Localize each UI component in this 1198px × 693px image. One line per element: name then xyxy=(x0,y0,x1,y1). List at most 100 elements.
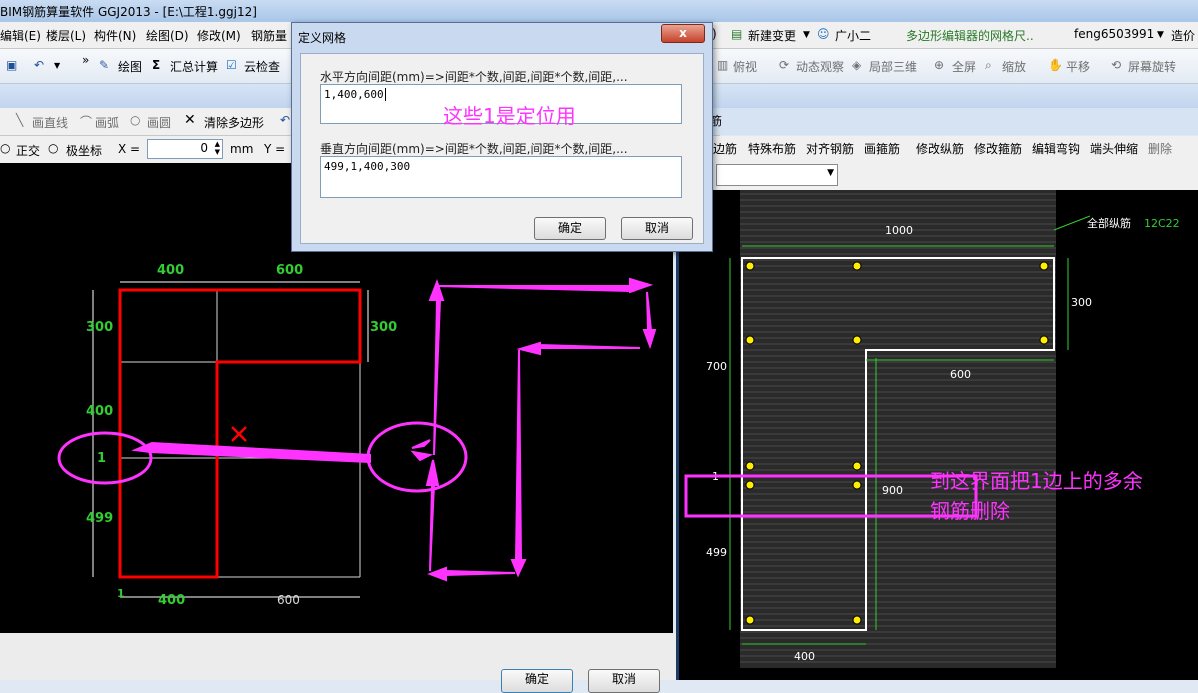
undo-dropdown-icon[interactable]: ▼ xyxy=(54,61,60,70)
dialog-cancel-button[interactable]: 取消 xyxy=(621,217,693,240)
user-name[interactable]: feng6503991 xyxy=(1074,27,1154,41)
undo-icon[interactable]: ↶ xyxy=(34,58,44,72)
dialog-title: 定义网格 xyxy=(298,31,347,45)
rebar-preview-canvas[interactable]: 1000 300 700 600 900 499 400 1 全部纵筋 12C2… xyxy=(676,160,1198,680)
polar-label: 极坐标 xyxy=(66,144,103,158)
bottom-dim-400: 400 xyxy=(158,593,185,608)
left-dim-499: 499 xyxy=(86,511,113,526)
edit-hook-button[interactable]: 编辑弯钩 xyxy=(1032,140,1080,157)
vertical-spacing-input[interactable]: 499,1,400,300 xyxy=(320,156,682,198)
menu-component[interactable]: 构件(N) xyxy=(94,27,136,44)
dim-600: 600 xyxy=(950,368,971,381)
local-3d-button[interactable]: 局部三维 xyxy=(869,58,917,75)
dynamic-view-button[interactable]: 动态观察 xyxy=(796,58,844,75)
x-coordinate-input[interactable]: 0 ▲ ▼ xyxy=(147,139,223,159)
dim-700: 700 xyxy=(706,360,727,373)
menu-modify[interactable]: 修改(M) xyxy=(197,27,241,44)
line-icon: ╲ xyxy=(16,113,24,127)
user-dropdown-icon[interactable]: ▼ xyxy=(1157,30,1164,40)
dim-300: 300 xyxy=(1071,296,1092,309)
menu-floor[interactable]: 楼层(L) xyxy=(46,27,86,44)
arc-icon: ⌒ xyxy=(80,115,93,129)
title-bar: BIM钢筋算量软件 GGJ2013 - [E:\工程1.ggj12] xyxy=(0,0,1198,23)
top-dim-600: 600 xyxy=(276,263,303,278)
draw-stirrup-button[interactable]: 画箍筋 xyxy=(864,140,900,157)
dialog-cancel-label: 取消 xyxy=(644,221,669,235)
delete-button[interactable]: 删除 xyxy=(1148,140,1172,157)
editor-cancel-label: 取消 xyxy=(611,672,636,686)
draw-circle-button[interactable]: 画圆 xyxy=(147,114,171,131)
dialog-close-button[interactable]: x xyxy=(661,24,705,43)
circle-icon: ○ xyxy=(130,113,141,127)
undo-small-icon[interactable]: ↶ xyxy=(280,113,290,127)
dialog-body: 水平方向间距(mm)=>间距*个数,间距,间距*个数,间距,... 1,400,… xyxy=(300,53,704,244)
top-view-icon: ▥ xyxy=(717,58,729,72)
news-ticker[interactable]: 多边形编辑器的网格尺.. xyxy=(906,27,1034,44)
text-cursor xyxy=(384,88,386,101)
menu-rebar[interactable]: 钢筋量 xyxy=(251,27,287,44)
longitudinal-value: 12C22 xyxy=(1144,217,1180,230)
select-arrow-icon[interactable]: ▼ xyxy=(827,168,834,178)
cursor-marker-icon xyxy=(231,426,247,442)
editor-ok-label: 确定 xyxy=(524,672,549,686)
unit-label: mm xyxy=(230,142,254,156)
summary-calc-button[interactable]: 汇总计算 xyxy=(170,58,218,75)
menu-new-change[interactable]: 新建变更 xyxy=(748,27,796,44)
annotation-line-2: 钢筋删除 xyxy=(930,499,1010,523)
zoom-icon: ⌕ xyxy=(985,58,992,72)
vertical-spacing-label: 垂直方向间距(mm)=>间距*个数,间距,间距*个数,间距,... xyxy=(320,142,628,156)
modify-longitudinal-button[interactable]: 修改纵筋 xyxy=(916,140,964,157)
top-dim-400: 400 xyxy=(157,263,184,278)
x-value: 0 xyxy=(200,141,208,155)
dialog-ok-button[interactable]: 确定 xyxy=(534,217,606,240)
dim-900: 900 xyxy=(882,484,903,497)
clear-icon: ✕ xyxy=(184,112,196,128)
menu-draw[interactable]: 绘图(D) xyxy=(146,27,189,44)
editor-ok-button[interactable]: 确定 xyxy=(501,669,573,693)
draw-button[interactable]: 绘图 xyxy=(118,58,142,75)
rebar-section-drawing: 1000 300 700 600 900 499 400 1 全部纵筋 12C2… xyxy=(684,190,1180,668)
bottom-dim-600: 600 xyxy=(277,593,300,607)
left-dim-400: 400 xyxy=(86,404,113,419)
top-view-button[interactable]: 俯视 xyxy=(733,58,757,75)
menu-guangxiaoer[interactable]: 广小二 xyxy=(835,27,871,44)
draw-line-button[interactable]: 画直线 xyxy=(32,114,68,131)
special-rebar-button[interactable]: 特殊布筋 xyxy=(748,140,796,157)
rotate-screen-icon: ⟲ xyxy=(1111,58,1122,72)
clear-polygon-button[interactable]: 清除多边形 xyxy=(204,114,264,131)
edge-rebar-button[interactable]: 边筋 xyxy=(713,140,737,157)
horizontal-spacing-value: 1,400,600 xyxy=(324,88,384,101)
save-icon[interactable]: ▣ xyxy=(6,58,17,72)
cloud-check-button[interactable]: 云检查 xyxy=(244,58,280,75)
zoom-button[interactable]: 缩放 xyxy=(1002,58,1026,75)
menu-edit[interactable]: 编辑(E) xyxy=(0,27,41,44)
cloud-check-icon: ☑ xyxy=(226,58,237,72)
menu-cost[interactable]: 造价 xyxy=(1171,27,1195,44)
rebar-tab-strip: 筋 xyxy=(710,108,1198,135)
dim-1000: 1000 xyxy=(885,224,913,237)
editor-button-bar: 确定 取消 xyxy=(0,633,676,693)
pan-button[interactable]: 平移 xyxy=(1066,58,1090,75)
longitudinal-label: 全部纵筋 xyxy=(1087,216,1131,230)
fullscreen-icon: ⊕ xyxy=(934,58,945,72)
dropdown-arrow-icon[interactable]: ▼ xyxy=(803,30,810,40)
polar-radio-icon[interactable]: ○ xyxy=(48,141,58,155)
spinner-icon[interactable]: ▲ ▼ xyxy=(215,140,220,156)
ortho-radio-icon[interactable]: ○ xyxy=(0,141,10,155)
ortho-label: 正交 xyxy=(16,144,41,158)
close-icon: x xyxy=(679,26,687,40)
new-change-icon: ▤ xyxy=(731,27,743,41)
more-icon[interactable]: » xyxy=(82,53,89,67)
align-rebar-button[interactable]: 对齐钢筋 xyxy=(806,140,854,157)
draw-arc-button[interactable]: 画弧 xyxy=(95,114,119,131)
modify-stirrup-button[interactable]: 修改箍筋 xyxy=(974,140,1022,157)
rebar-options-row: ▼ xyxy=(676,160,1198,190)
end-extend-button[interactable]: 端头伸缩 xyxy=(1090,140,1138,157)
editor-cancel-button[interactable]: 取消 xyxy=(588,669,660,693)
y-label: Y = xyxy=(264,142,286,156)
rebar-type-select[interactable]: ▼ xyxy=(716,164,838,186)
dialog-ok-label: 确定 xyxy=(557,221,582,235)
fullscreen-button[interactable]: 全屏 xyxy=(952,58,976,75)
horizontal-spacing-label: 水平方向间距(mm)=>间距*个数,间距,间距*个数,间距,... xyxy=(320,70,628,84)
rotate-screen-button[interactable]: 屏幕旋转 xyxy=(1128,58,1176,75)
